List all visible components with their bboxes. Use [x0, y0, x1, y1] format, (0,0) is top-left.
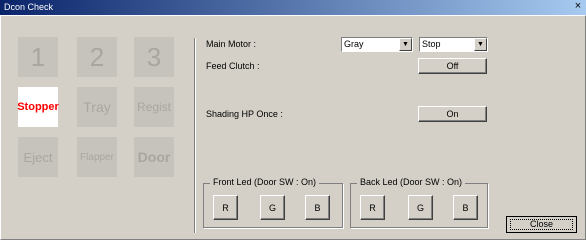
title-bar: Dcon Check × — [0, 0, 586, 15]
main-motor-state-select[interactable]: Stop ▼ — [419, 37, 488, 52]
front-led-r-button[interactable]: R — [213, 195, 238, 220]
main-motor-color-value: Gray — [344, 39, 364, 49]
back-led-r-button[interactable]: R — [360, 195, 385, 220]
main-motor-state-value: Stop — [422, 39, 441, 49]
feed-clutch-button[interactable]: Off — [418, 58, 487, 74]
shading-button[interactable]: On — [418, 106, 487, 122]
main-motor-label: Main Motor : — [206, 39, 257, 49]
window-close-icon[interactable]: × — [572, 1, 584, 13]
back-led-b-button[interactable]: B — [453, 195, 478, 220]
tile-eject[interactable]: Eject — [18, 137, 58, 177]
front-led-g-button[interactable]: G — [260, 195, 285, 220]
front-led-title: Front Led (Door SW : On) — [210, 177, 320, 187]
tile-door[interactable]: Door — [134, 137, 174, 177]
feed-clutch-label: Feed Clutch : — [206, 61, 260, 71]
close-button-label: Close — [510, 219, 573, 230]
front-led-b-button[interactable]: B — [305, 195, 330, 220]
close-button[interactable]: Close — [506, 216, 577, 233]
chevron-down-icon[interactable]: ▼ — [474, 38, 487, 51]
tile-stopper[interactable]: Stopper — [17, 87, 59, 127]
main-motor-color-select[interactable]: Gray ▼ — [341, 37, 413, 52]
back-led-title: Back Led (Door SW : On) — [357, 177, 466, 187]
tile-1[interactable]: 1 — [18, 37, 58, 77]
tile-regist[interactable]: Regist — [134, 87, 174, 127]
chevron-down-icon[interactable]: ▼ — [399, 38, 412, 51]
tile-3[interactable]: 3 — [134, 37, 174, 77]
back-led-g-button[interactable]: G — [408, 195, 433, 220]
shading-label: Shading HP Once : — [206, 109, 283, 119]
tile-2[interactable]: 2 — [77, 37, 117, 77]
vertical-separator — [194, 38, 196, 233]
tile-tray[interactable]: Tray — [77, 87, 117, 127]
tile-flapper[interactable]: Flapper — [77, 137, 117, 177]
window-title: Dcon Check — [4, 2, 54, 12]
